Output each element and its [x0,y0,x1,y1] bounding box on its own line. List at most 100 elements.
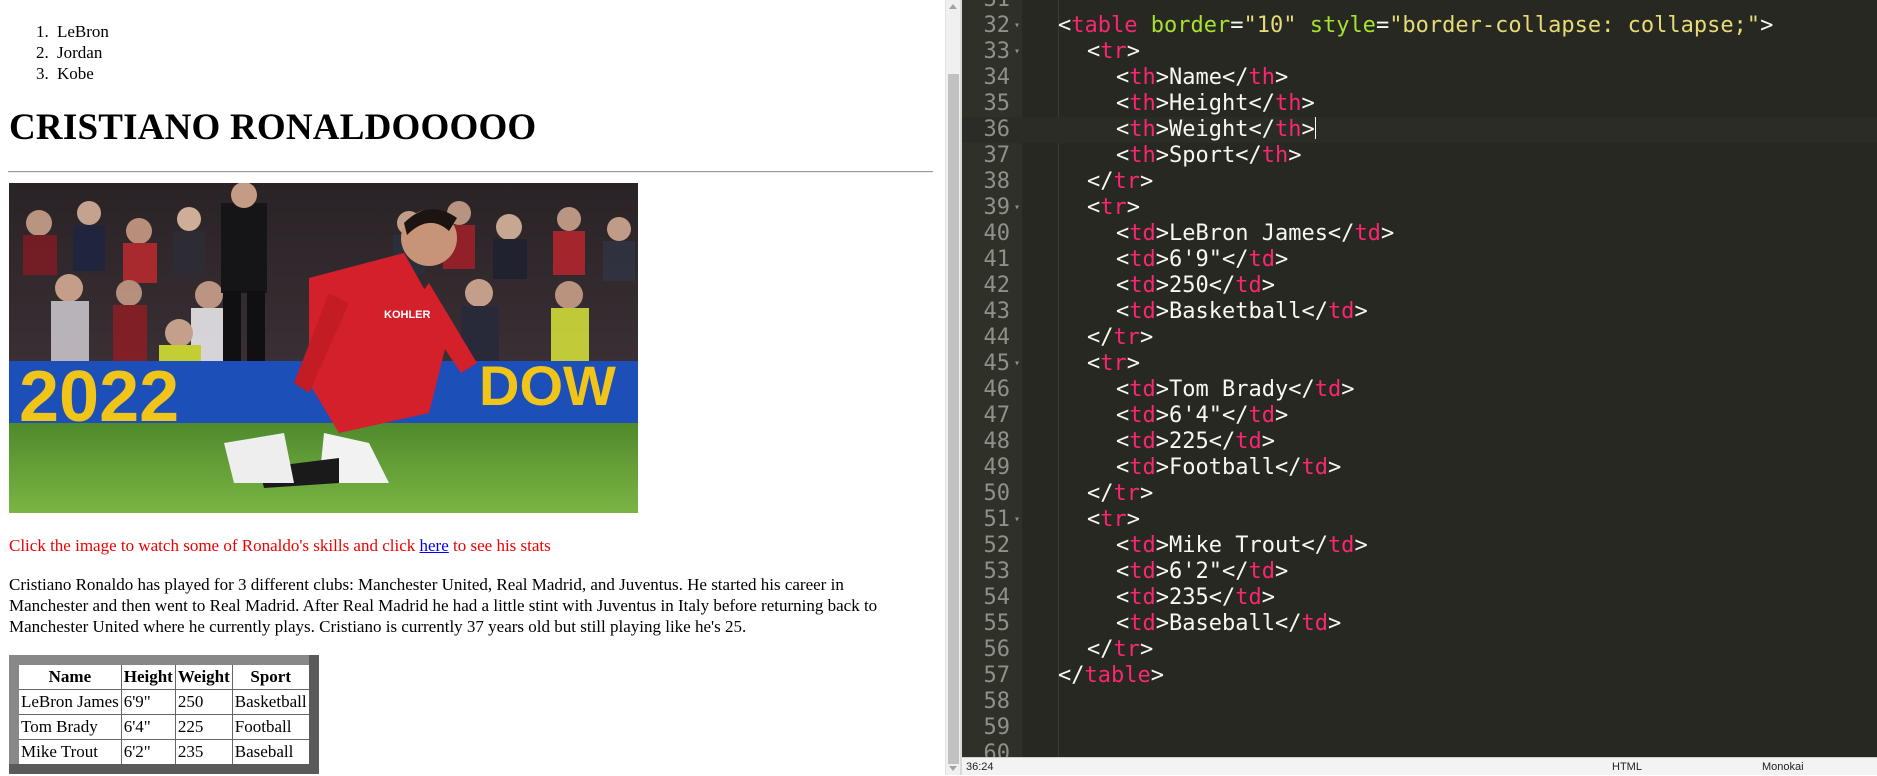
code-token: < [1116,247,1130,272]
code-line[interactable]: 50 </tr> [962,481,1877,507]
bio-paragraph: Cristiano Ronaldo has played for 3 diffe… [9,575,878,636]
stats-link[interactable]: here [420,536,449,555]
code-line[interactable]: 44 </tr> [962,325,1877,351]
code-token: > [1261,429,1275,454]
code-token: </ [1087,325,1114,350]
fold-arrow-icon[interactable]: ▾ [1014,13,1020,39]
line-number: 49 [983,455,1011,480]
column-header: Name [13,659,122,690]
code-line[interactable]: 39 ▾ <tr> [962,195,1877,221]
scroll-up-arrow-icon[interactable] [949,4,957,9]
code-token: = [1375,13,1390,38]
code-line[interactable]: 32 ▾ <table border="10" style="border-coll… [962,13,1877,39]
code-line[interactable]: 54 <td>235</td> [962,585,1877,611]
code-content: </tr> [1087,637,1153,663]
code-token: td [1129,299,1156,324]
code-token: </ [1087,169,1114,194]
code-editor[interactable]: 3132▾<table border="10" style="border-co… [962,0,1877,775]
line-number: 48 [983,429,1011,454]
table-cell: Tom Brady [13,714,122,740]
ronaldo-photo-link[interactable]: 2022 DOW KOHLER [9,183,638,513]
players-list: LeBron Jordan Kobe [9,21,109,84]
code-line[interactable]: 40 <td>LeBron James</td> [962,221,1877,247]
code-token: td [1129,611,1156,636]
theme-selector[interactable]: Monokai [1762,758,1804,776]
code-line[interactable]: 35 <th>Height</th> [962,91,1877,117]
code-token: td [1235,429,1262,454]
code-line[interactable]: 36 <th>Weight</th> [962,117,1877,143]
fold-arrow-icon[interactable]: ▾ [1014,507,1020,533]
code-token: td [1248,247,1275,272]
fold-arrow-icon[interactable]: ▾ [1014,39,1020,65]
line-number: 52 [983,533,1011,558]
code-content: <td>235</td> [1116,585,1275,611]
code-line[interactable]: 58 [962,689,1877,715]
code-line[interactable]: 51 ▾ <tr> [962,507,1877,533]
code-token: < [1116,299,1130,324]
note-text-tail: to see his stats [448,536,551,555]
syntax-selector[interactable]: HTML [1612,758,1642,776]
code-line[interactable]: 46 <td>Tom Brady</td> [962,377,1877,403]
code-line[interactable]: 31 [962,0,1877,13]
code-token: > [1327,455,1342,480]
code-line[interactable]: 52 <td>Mike Trout</td> [962,533,1877,559]
line-number: 32 [983,13,1011,38]
code-token: td [1327,299,1355,324]
code-line[interactable]: 47 <td>6'4"</td> [962,403,1877,429]
column-header: Weight [174,659,233,690]
code-content: <th>Height</th> [1116,91,1315,117]
list-item: LeBron [53,21,109,42]
code-token: td [1129,247,1156,272]
code-line[interactable]: 48 <td>225</td> [962,429,1877,455]
code-token: > [1354,299,1368,324]
fold-arrow-icon[interactable]: ▾ [1014,351,1020,377]
code-line[interactable]: 34 <th>Name</th> [962,65,1877,91]
banner-text: DOW [479,354,616,417]
code-line[interactable]: 43 <td>Basketball</td> [962,299,1877,325]
code-token: td [1235,273,1262,298]
code-token: td [1129,273,1156,298]
code-token: "border-collapse: collapse;" [1389,13,1761,38]
code-token: > [1301,117,1315,142]
code-token: td [1354,221,1381,246]
code-token: > [1126,195,1140,220]
preview-scrollbar[interactable] [945,0,960,775]
code-token: > [1140,325,1154,350]
scroll-down-arrow-icon[interactable] [949,766,957,771]
code-content: <td>Tom Brady</td> [1116,377,1354,403]
code-token: > [1126,351,1140,376]
table-cell: 235 [174,739,233,770]
code-token: < [1116,559,1130,584]
code-line[interactable]: 45 ▾ <tr> [962,351,1877,377]
code-line[interactable]: 42 <td>250</td> [962,273,1877,299]
fold-arrow-icon[interactable]: ▾ [1014,195,1020,221]
line-number: 54 [983,585,1011,610]
line-number: 47 [983,403,1011,428]
code-line[interactable]: 33 ▾ <tr> [962,39,1877,65]
table-cell: LeBron James [13,689,122,715]
code-content: <th>Name</th> [1116,65,1288,91]
code-token: th [1261,143,1289,168]
scrollbar-thumb[interactable] [948,74,959,764]
code-line[interactable]: 59 [962,715,1877,741]
code-token: >Name</ [1155,65,1249,90]
code-line[interactable]: 56 </tr> [962,637,1877,663]
code-token: tr [1100,39,1127,64]
code-token: < [1116,273,1130,298]
code-token: < [1116,455,1130,480]
code-token: th [1129,117,1156,142]
code-line[interactable]: 38 </tr> [962,169,1877,195]
text-cursor [1314,117,1316,139]
code-token: >250</ [1155,273,1236,298]
table-row: Mike Trout 6'2" 235 Baseball [13,739,315,770]
code-line[interactable]: 53 <td>6'2"</td> [962,559,1877,585]
code-token: >235</ [1155,585,1236,610]
code-line[interactable]: 49 <td>Football</td> [962,455,1877,481]
code-line[interactable]: 41 <td>6'9"</td> [962,247,1877,273]
line-number: 37 [983,143,1011,168]
code-line[interactable]: 57 </table> [962,663,1877,689]
code-token: >Sport</ [1155,143,1262,168]
code-line[interactable]: 55 <td>Baseball</td> [962,611,1877,637]
code-content: <td>6'4"</td> [1116,403,1288,429]
code-line[interactable]: 37 <th>Sport</th> [962,143,1877,169]
